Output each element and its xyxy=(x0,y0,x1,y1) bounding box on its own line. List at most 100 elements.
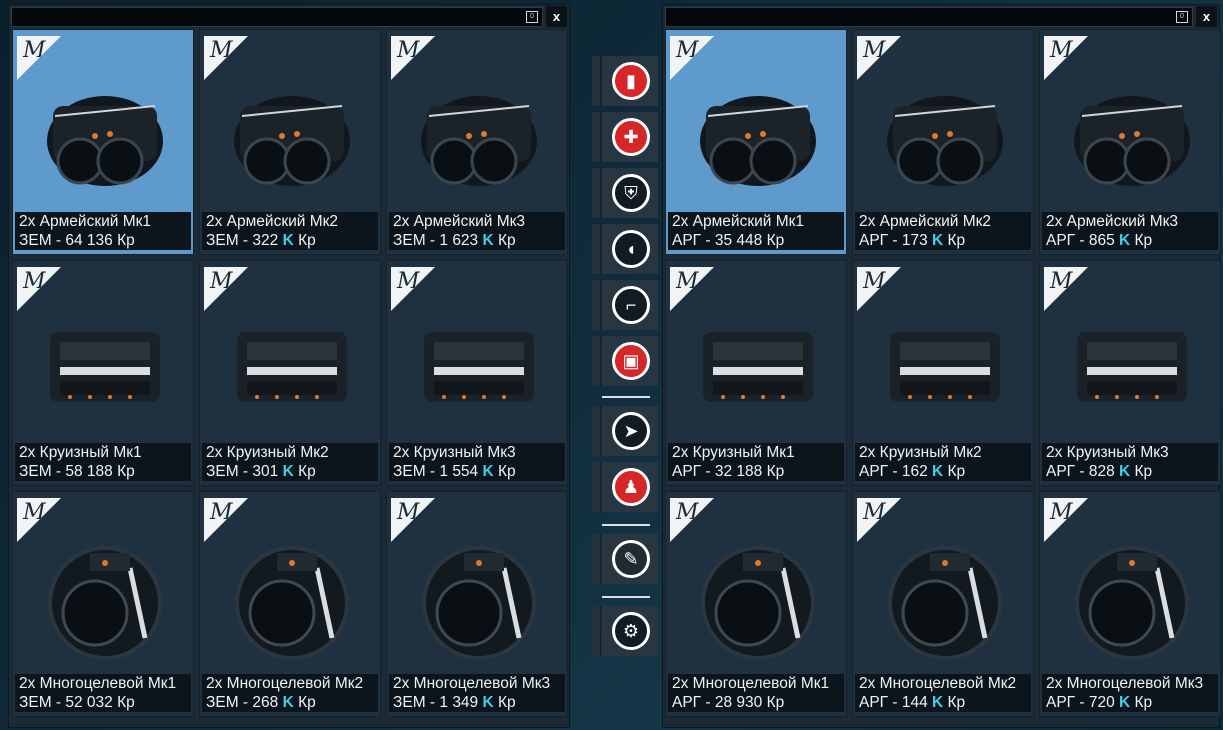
item-caption: 2x Многоцелевой Мк2 ЗЕМ - 268 K Кр xyxy=(202,674,378,712)
left-item-card[interactable]: M 2x Армейский Мк3 ЗЕМ - 1 623 K Кр xyxy=(386,29,568,255)
price-currency: Кр xyxy=(112,463,135,480)
manufacturer-badge-letter: M xyxy=(23,500,46,525)
item-price: АРГ - 865 K Кр xyxy=(1046,231,1218,250)
price-thousands-mark: K xyxy=(282,463,294,480)
left-item-card[interactable]: M 2x Многоцелевой Мк2 ЗЕМ - 268 K Кр xyxy=(199,491,381,717)
item-name: 2x Многоцелевой Мк2 xyxy=(859,675,1017,692)
right-item-card[interactable]: M 2x Многоцелевой Мк1 АРГ - 28 930 Кр xyxy=(665,491,847,717)
price-thousands-mark: K xyxy=(932,463,944,480)
right-panel-titlebar[interactable]: 0 xyxy=(665,7,1193,27)
left-item-card[interactable]: M 2x Армейский Мк2 ЗЕМ - 322 K Кр xyxy=(199,29,381,255)
price-currency: Кр xyxy=(762,232,785,249)
price-prefix: ЗЕМ - 1 349 xyxy=(393,694,483,711)
price-prefix: ЗЕМ - 64 136 xyxy=(19,232,113,249)
left-item-card[interactable]: M 2x Круизный Мк3 ЗЕМ - 1 554 K Кр xyxy=(386,260,568,486)
price-currency: Кр xyxy=(493,463,516,480)
item-caption: 2x Армейский Мк2 ЗЕМ - 322 K Кр xyxy=(202,212,378,250)
item-name: 2x Армейский Мк2 xyxy=(859,213,992,230)
manufacturer-badge-letter: M xyxy=(1050,500,1073,525)
right-item-card[interactable]: M 2x Многоцелевой Мк2 АРГ - 144 K Кр xyxy=(852,491,1034,717)
item-caption: 2x Армейский Мк1 АРГ - 35 448 Кр xyxy=(668,212,844,250)
manufacturer-badge-letter: M xyxy=(676,38,699,63)
sidebar-category-button[interactable]: ✎ xyxy=(592,534,658,584)
left-item-card[interactable]: M 2x Многоцелевой Мк3 ЗЕМ - 1 349 K Кр xyxy=(386,491,568,717)
sidebar-category-button[interactable]: ⌐ xyxy=(592,280,658,330)
item-price: АРГ - 173 K Кр xyxy=(859,231,1031,250)
engine-image xyxy=(1074,96,1190,186)
left-panel-titlebar[interactable]: 0 xyxy=(11,7,543,27)
item-caption: 2x Круизный Мк1 ЗЕМ - 58 188 Кр xyxy=(15,443,191,481)
item-caption: 2x Многоцелевой Мк1 АРГ - 28 930 Кр xyxy=(668,674,844,712)
sidebar-category-button[interactable]: ⛨ xyxy=(592,168,658,218)
left-item-card[interactable]: M 2x Круизный Мк2 ЗЕМ - 301 K Кр xyxy=(199,260,381,486)
price-thousands-mark: K xyxy=(1119,463,1131,480)
price-prefix: ЗЕМ - 268 xyxy=(206,694,283,711)
price-thousands-mark: K xyxy=(932,232,944,249)
right-minimize-icon[interactable]: 0 xyxy=(1176,11,1188,23)
item-caption: 2x Армейский Мк1 ЗЕМ - 64 136 Кр xyxy=(15,212,191,250)
engine-image xyxy=(1077,332,1187,402)
sidebar-tab-marker xyxy=(592,280,601,330)
price-prefix: ЗЕМ - 322 xyxy=(206,232,283,249)
sidebar-tab-marker xyxy=(592,406,601,456)
item-price: ЗЕМ - 1 554 K Кр xyxy=(393,462,565,481)
price-thousands-mark: K xyxy=(282,232,294,249)
manufacturer-badge-letter: M xyxy=(23,269,46,294)
right-item-card[interactable]: M 2x Армейский Мк3 АРГ - 865 K Кр xyxy=(1039,29,1221,255)
item-name: 2x Круизный Мк1 xyxy=(19,444,142,461)
sidebar-category-button[interactable]: ▮ xyxy=(592,56,658,106)
sidebar-category-button[interactable]: ◖ xyxy=(592,224,658,274)
sidebar-category-button[interactable]: ⚙ xyxy=(592,606,658,656)
right-item-card[interactable]: M 2x Круизный Мк3 АРГ - 828 K Кр xyxy=(1039,260,1221,486)
right-item-grid: M 2x Армейский Мк1 АРГ - 35 448 Кр M 2x Арме… xyxy=(665,29,1221,717)
manufacturer-badge-letter: M xyxy=(210,269,233,294)
left-item-card[interactable]: M 2x Армейский Мк1 ЗЕМ - 64 136 Кр xyxy=(12,29,194,255)
ship-fuel-icon: ▮ xyxy=(612,62,650,100)
manufacturer-badge-letter: M xyxy=(863,269,886,294)
right-item-card[interactable]: M 2x Круизный Мк2 АРГ - 162 K Кр xyxy=(852,260,1034,486)
sidebar-category-button[interactable]: ▣ xyxy=(592,336,658,386)
price-prefix: ЗЕМ - 52 032 xyxy=(19,694,113,711)
right-item-card[interactable]: M 2x Круизный Мк1 АРГ - 32 188 Кр xyxy=(665,260,847,486)
item-price: ЗЕМ - 1 349 K Кр xyxy=(393,693,565,712)
price-currency: Кр xyxy=(943,232,966,249)
price-currency: Кр xyxy=(762,694,785,711)
left-item-card[interactable]: M 2x Многоцелевой Мк1 ЗЕМ - 52 032 Кр xyxy=(12,491,194,717)
sidebar-separator xyxy=(602,396,650,398)
left-close-button[interactable]: x xyxy=(546,6,567,27)
price-currency: Кр xyxy=(293,463,316,480)
engine-image xyxy=(887,96,1003,186)
item-name: 2x Многоцелевой Мк3 xyxy=(1046,675,1204,692)
sidebar-category-button[interactable]: ✚ xyxy=(592,112,658,162)
price-currency: Кр xyxy=(1130,694,1153,711)
sidebar-separator xyxy=(602,596,650,598)
item-caption: 2x Круизный Мк3 АРГ - 828 K Кр xyxy=(1042,443,1218,481)
sidebar-category-button[interactable]: ➤ xyxy=(592,406,658,456)
item-name: 2x Круизный Мк2 xyxy=(859,444,982,461)
price-currency: Кр xyxy=(112,694,135,711)
item-caption: 2x Круизный Мк3 ЗЕМ - 1 554 K Кр xyxy=(389,443,565,481)
item-price: ЗЕМ - 268 K Кр xyxy=(206,693,378,712)
manufacturer-badge-letter: M xyxy=(210,500,233,525)
item-caption: 2x Многоцелевой Мк2 АРГ - 144 K Кр xyxy=(855,674,1031,712)
left-item-card[interactable]: M 2x Круизный Мк1 ЗЕМ - 58 188 Кр xyxy=(12,260,194,486)
sidebar-tab-marker xyxy=(592,534,601,584)
item-caption: 2x Многоцелевой Мк1 ЗЕМ - 52 032 Кр xyxy=(15,674,191,712)
price-thousands-mark: K xyxy=(932,694,944,711)
weapons-cross-icon: ✚ xyxy=(612,118,650,156)
item-caption: 2x Многоцелевой Мк3 АРГ - 720 K Кр xyxy=(1042,674,1218,712)
price-thousands-mark: K xyxy=(482,694,494,711)
item-price: ЗЕМ - 301 K Кр xyxy=(206,462,378,481)
engine-image xyxy=(703,332,813,402)
right-item-card[interactable]: M 2x Армейский Мк1 АРГ - 35 448 Кр xyxy=(665,29,847,255)
left-minimize-icon[interactable]: 0 xyxy=(526,11,538,23)
right-item-card[interactable]: M 2x Армейский Мк2 АРГ - 173 K Кр xyxy=(852,29,1034,255)
price-currency: Кр xyxy=(762,463,785,480)
item-price: АРГ - 162 K Кр xyxy=(859,462,1031,481)
sidebar-tab-marker xyxy=(592,56,601,106)
sidebar-category-button[interactable]: ♟ xyxy=(592,462,658,512)
right-close-button[interactable]: x xyxy=(1196,6,1217,27)
manufacturer-badge-letter: M xyxy=(397,500,420,525)
category-sidebar: ▮ ✚ ⛨ ◖ ⌐ ▣ ➤ ♟ ✎ ⚙ xyxy=(592,56,658,672)
right-item-card[interactable]: M 2x Многоцелевой Мк3 АРГ - 720 K Кр xyxy=(1039,491,1221,717)
